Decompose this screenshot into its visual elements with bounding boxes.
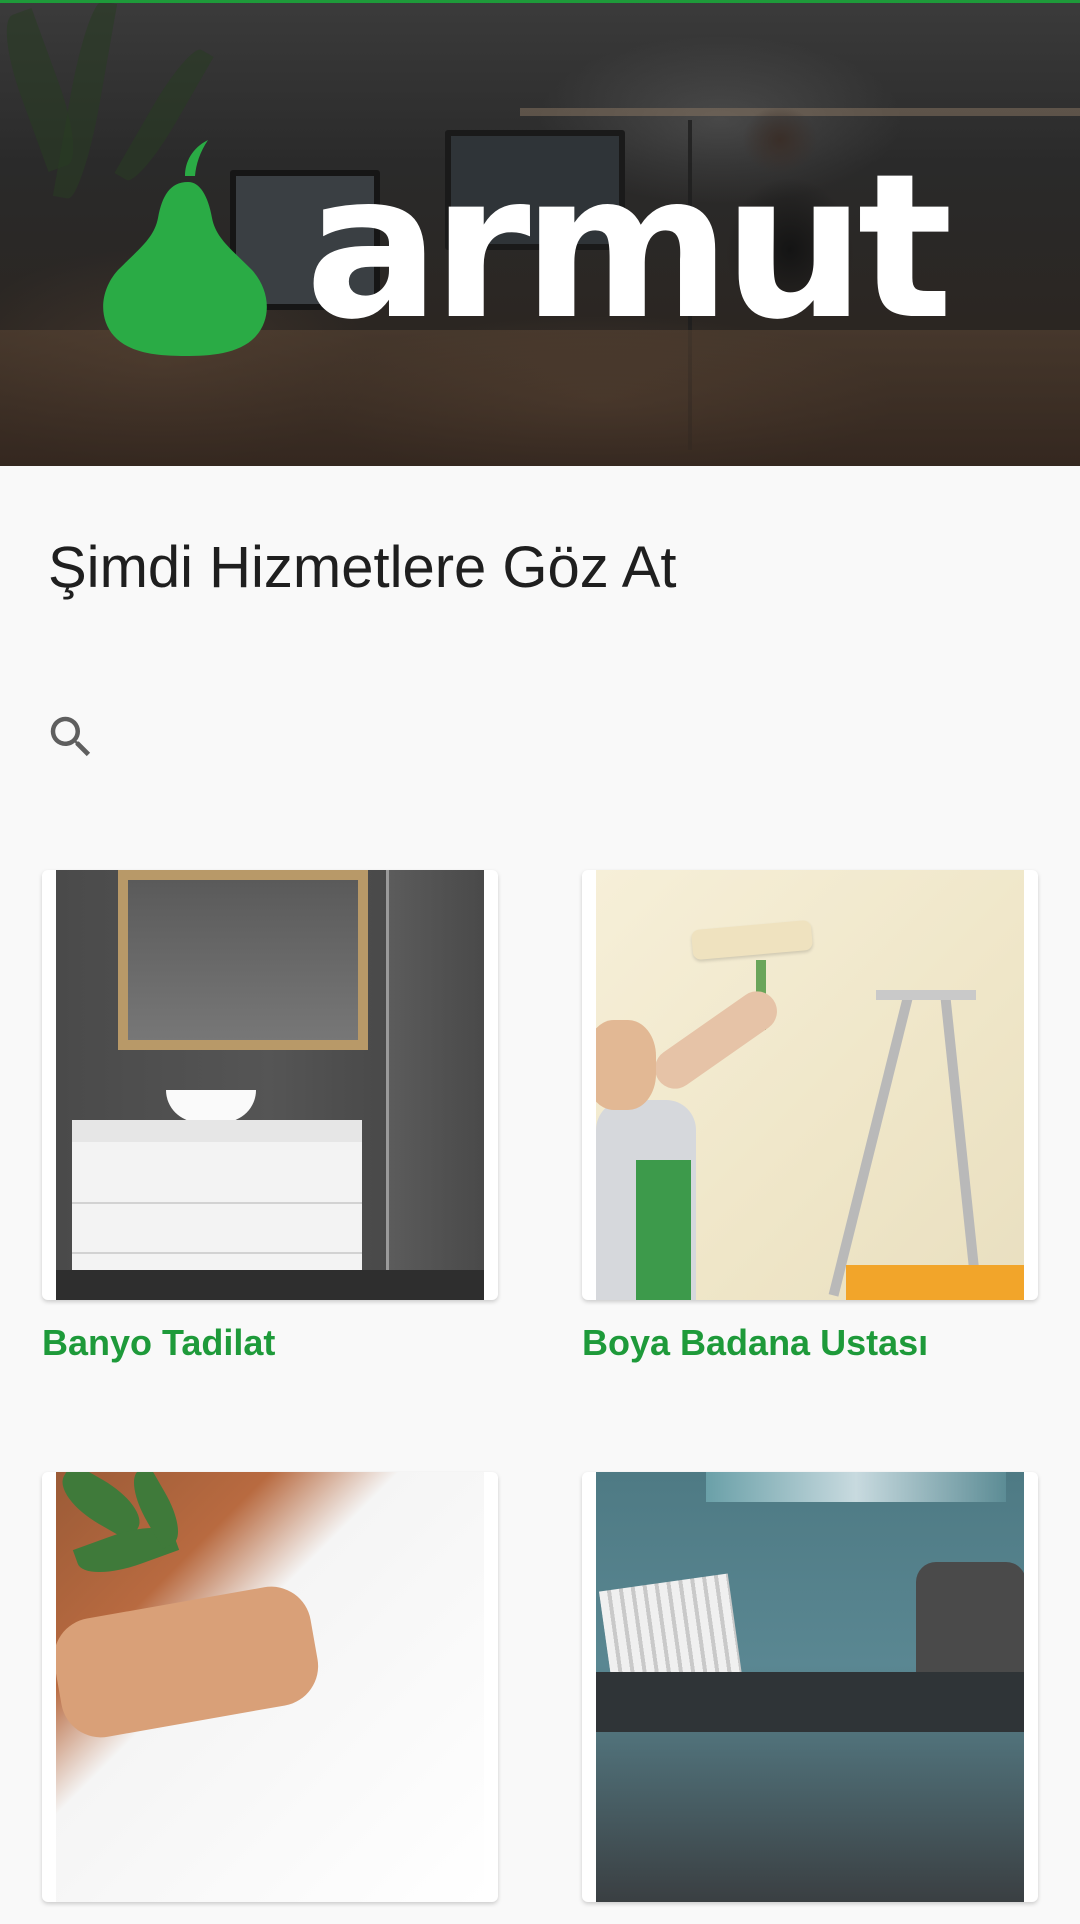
search-input[interactable] bbox=[116, 714, 1016, 762]
service-card-label[interactable]: Boya Badana Ustası bbox=[582, 1322, 1038, 1364]
service-card-image[interactable] bbox=[582, 870, 1038, 1300]
hero-banner: armut bbox=[0, 0, 1080, 466]
sofa-photo bbox=[596, 1472, 1024, 1902]
service-card-image[interactable] bbox=[42, 870, 498, 1300]
service-card-4[interactable] bbox=[582, 1472, 1038, 1924]
armut-logo: armut bbox=[100, 138, 1000, 358]
search-icon[interactable] bbox=[44, 710, 98, 764]
painter-photo bbox=[596, 870, 1024, 1300]
service-card-banyo-tadilat[interactable]: Banyo Tadilat bbox=[42, 870, 498, 1364]
page-title: Şimdi Hizmetlere Göz At bbox=[48, 535, 677, 600]
service-card-3[interactable] bbox=[42, 1472, 498, 1924]
search-bar[interactable] bbox=[44, 710, 1036, 770]
service-card-label[interactable]: Banyo Tadilat bbox=[42, 1322, 498, 1364]
service-card-image[interactable] bbox=[582, 1472, 1038, 1902]
bathroom-photo bbox=[56, 870, 484, 1300]
brand-wordmark: armut bbox=[305, 131, 953, 364]
service-card-image[interactable] bbox=[42, 1472, 498, 1902]
service-card-boya-badana[interactable]: Boya Badana Ustası bbox=[582, 870, 1038, 1364]
pear-icon bbox=[103, 140, 267, 356]
progress-line bbox=[0, 0, 1080, 3]
massage-photo bbox=[56, 1472, 484, 1902]
